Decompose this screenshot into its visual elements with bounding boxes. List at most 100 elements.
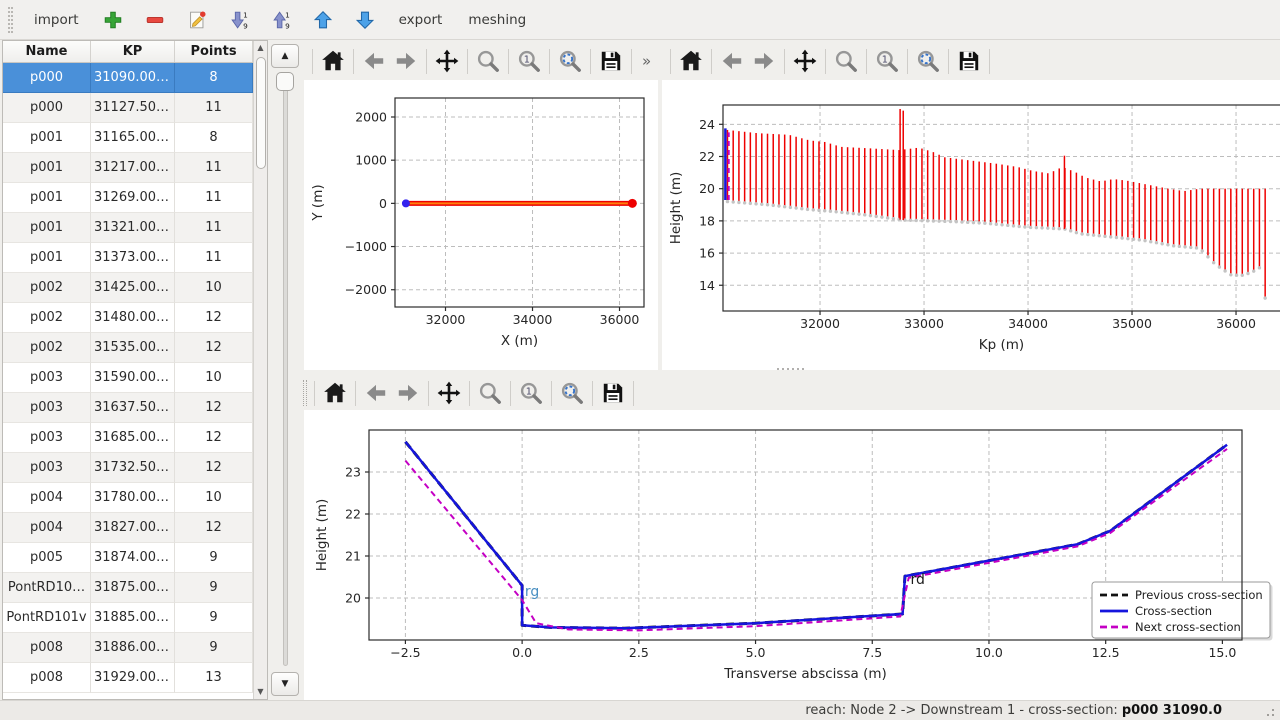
table-row[interactable]: p00431780.000010	[3, 483, 253, 513]
export-button[interactable]: export	[390, 7, 452, 33]
cell-kp[interactable]: 31885.0000	[91, 603, 175, 633]
cell-points[interactable]: 11	[175, 93, 253, 123]
cell-points[interactable]: 12	[175, 393, 253, 423]
table-row[interactable]: PontRD101v31885.00009	[3, 603, 253, 633]
zoom-button[interactable]	[477, 380, 503, 406]
table-row[interactable]: p00431827.000012	[3, 513, 253, 543]
cell-kp[interactable]: 31875.0000	[91, 573, 175, 603]
cell-kp[interactable]: 31165.0000	[91, 123, 175, 153]
cell-name[interactable]: p003	[3, 423, 91, 453]
toolbar-overflow-button[interactable]: »	[642, 52, 651, 70]
cell-points[interactable]: 11	[175, 213, 253, 243]
cell-name[interactable]: p001	[3, 213, 91, 243]
zoom-button[interactable]	[833, 48, 859, 74]
table-scrollbar-thumb[interactable]	[256, 57, 266, 169]
cell-kp[interactable]: 31217.0000	[91, 153, 175, 183]
cell-kp[interactable]: 31590.0000	[91, 363, 175, 393]
forward-button[interactable]	[393, 48, 419, 74]
back-button[interactable]	[361, 48, 387, 74]
forward-button[interactable]	[751, 48, 777, 74]
save-button[interactable]	[956, 48, 982, 74]
cell-points[interactable]: 12	[175, 303, 253, 333]
table-row[interactable]: p00331637.500012	[3, 393, 253, 423]
zoom-region-button[interactable]	[915, 48, 941, 74]
section-slider-track[interactable]	[283, 74, 288, 666]
cell-kp[interactable]: 31637.5000	[91, 393, 175, 423]
back-button[interactable]	[363, 380, 389, 406]
cell-name[interactable]: p005	[3, 543, 91, 573]
cell-points[interactable]: 12	[175, 423, 253, 453]
zoom-region-button[interactable]	[557, 48, 583, 74]
zoom-button[interactable]	[475, 48, 501, 74]
cell-kp[interactable]: 31886.0000	[91, 633, 175, 663]
cell-points[interactable]: 11	[175, 243, 253, 273]
cell-name[interactable]: p004	[3, 513, 91, 543]
table-scrollbar[interactable]: ▲ ▼	[253, 41, 267, 699]
cell-points[interactable]: 12	[175, 513, 253, 543]
import-button[interactable]: import	[25, 7, 88, 33]
cell-name[interactable]: p001	[3, 123, 91, 153]
cross-section-figure[interactable]: rgrdPrevious cross-sectionCross-sectionN…	[304, 410, 1280, 700]
window-resize-grip[interactable]	[1260, 704, 1274, 716]
cell-points[interactable]: 9	[175, 633, 253, 663]
cell-kp[interactable]: 31929.0000	[91, 663, 175, 693]
cell-kp[interactable]: 31127.5000	[91, 93, 175, 123]
cell-name[interactable]: p008	[3, 633, 91, 663]
cell-kp[interactable]: 31874.0000	[91, 543, 175, 573]
cell-points[interactable]: 8	[175, 123, 253, 153]
cell-kp[interactable]: 31827.0000	[91, 513, 175, 543]
table-row[interactable]: p00131217.000011	[3, 153, 253, 183]
table-row[interactable]: p00231480.000012	[3, 303, 253, 333]
cell-name[interactable]: p001	[3, 183, 91, 213]
table-row[interactable]: PontRD10…31875.00009	[3, 573, 253, 603]
column-header-points[interactable]: Points	[175, 41, 253, 62]
table-row[interactable]: p00131373.000011	[3, 243, 253, 273]
cell-points[interactable]: 10	[175, 363, 253, 393]
table-row[interactable]: p00331732.500012	[3, 453, 253, 483]
cell-name[interactable]: p003	[3, 453, 91, 483]
cell-name[interactable]: PontRD101v	[3, 603, 91, 633]
save-button[interactable]	[598, 48, 624, 74]
pan-button[interactable]	[436, 380, 462, 406]
table-row[interactable]: p00031127.500011	[3, 93, 253, 123]
back-button[interactable]	[719, 48, 745, 74]
cell-kp[interactable]: 31269.0000	[91, 183, 175, 213]
cell-name[interactable]: p001	[3, 153, 91, 183]
cell-name[interactable]: p003	[3, 393, 91, 423]
table-row[interactable]: p00031090.00008	[3, 63, 253, 93]
horizontal-splitter[interactable]	[300, 364, 1280, 374]
move-up-button[interactable]	[311, 8, 335, 32]
cell-points[interactable]: 9	[175, 573, 253, 603]
cell-kp[interactable]: 31685.0000	[91, 423, 175, 453]
previous-section-button[interactable]: ▲	[271, 44, 299, 68]
home-button[interactable]	[322, 380, 348, 406]
long-profile-figure[interactable]: 3200033000340003500036000141618202224Kp …	[662, 80, 1280, 370]
table-row[interactable]: p00131321.000011	[3, 213, 253, 243]
cell-name[interactable]: p002	[3, 273, 91, 303]
cell-points[interactable]: 8	[175, 63, 253, 93]
cell-kp[interactable]: 31090.0000	[91, 63, 175, 93]
forward-button[interactable]	[395, 380, 421, 406]
table-row[interactable]: p00831886.00009	[3, 633, 253, 663]
cell-name[interactable]: p008	[3, 663, 91, 693]
pan-button[interactable]	[792, 48, 818, 74]
cell-points[interactable]: 10	[175, 483, 253, 513]
edit-section-button[interactable]	[185, 8, 209, 32]
cell-name[interactable]: p001	[3, 243, 91, 273]
save-button[interactable]	[600, 380, 626, 406]
zoom-one-button[interactable]: 1	[516, 48, 542, 74]
cell-points[interactable]: 9	[175, 543, 253, 573]
cell-name[interactable]: p000	[3, 93, 91, 123]
cell-points[interactable]: 12	[175, 453, 253, 483]
cell-name[interactable]: p003	[3, 363, 91, 393]
cell-points[interactable]: 13	[175, 663, 253, 693]
home-button[interactable]	[320, 48, 346, 74]
pan-button[interactable]	[434, 48, 460, 74]
table-row[interactable]: p00831929.000013	[3, 663, 253, 693]
table-row[interactable]: p00231425.000010	[3, 273, 253, 303]
cell-kp[interactable]: 31425.0000	[91, 273, 175, 303]
cell-kp[interactable]: 31780.0000	[91, 483, 175, 513]
cell-name[interactable]: p002	[3, 303, 91, 333]
toolbar-grip[interactable]	[303, 380, 307, 406]
table-row[interactable]: p00331685.000012	[3, 423, 253, 453]
